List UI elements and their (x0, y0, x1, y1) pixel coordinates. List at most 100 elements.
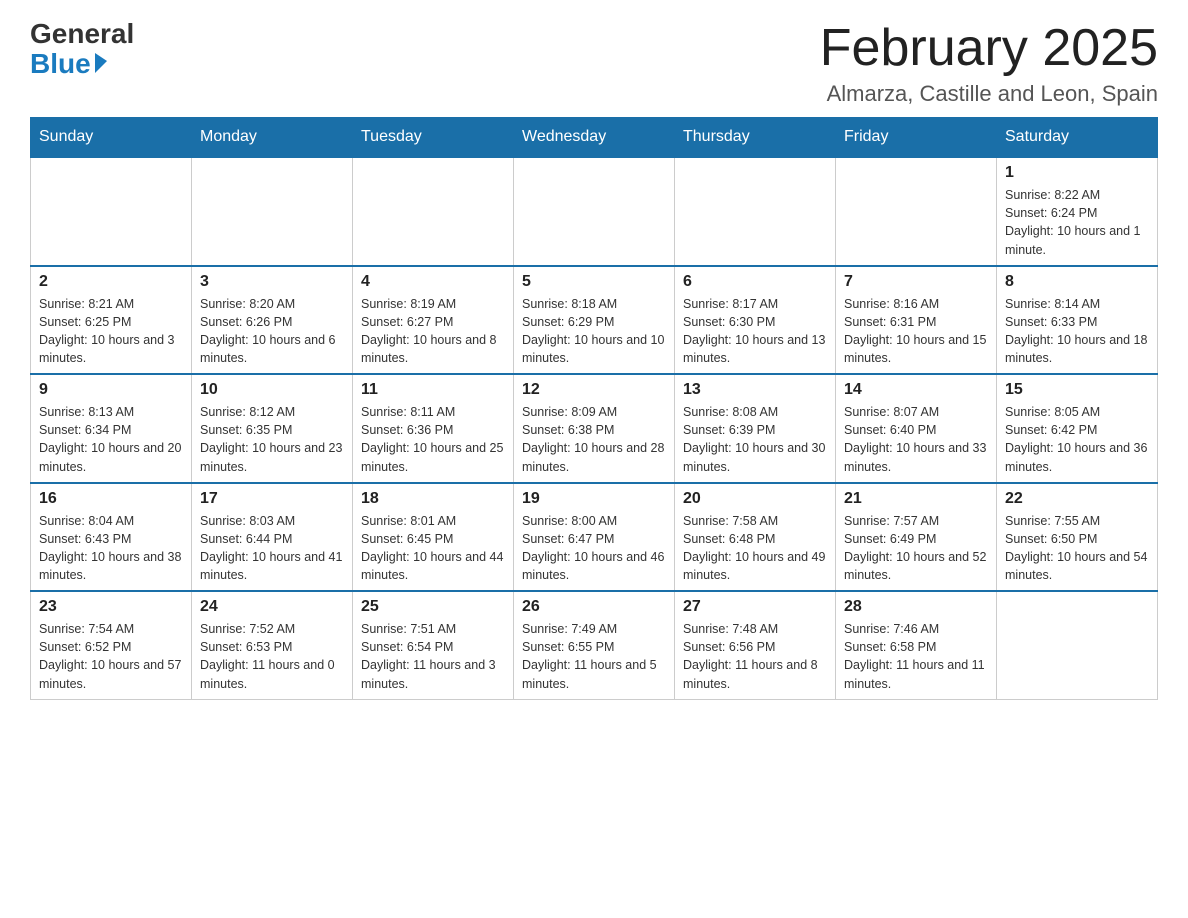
calendar-cell: 3 Sunrise: 8:20 AM Sunset: 6:26 PM Daylig… (192, 266, 353, 375)
weekday-header-thursday: Thursday (675, 118, 836, 158)
day-number: 15 (1005, 381, 1149, 399)
day-info: Sunrise: 8:19 AM Sunset: 6:27 PM Dayligh… (361, 295, 505, 368)
calendar-cell (836, 157, 997, 266)
weekday-header-wednesday: Wednesday (514, 118, 675, 158)
day-info: Sunrise: 8:16 AM Sunset: 6:31 PM Dayligh… (844, 295, 988, 368)
week-row-3: 9 Sunrise: 8:13 AM Sunset: 6:34 PM Daylig… (31, 374, 1158, 483)
calendar-cell: 8 Sunrise: 8:14 AM Sunset: 6:33 PM Daylig… (997, 266, 1158, 375)
day-info: Sunrise: 8:20 AM Sunset: 6:26 PM Dayligh… (200, 295, 344, 368)
calendar-cell (31, 157, 192, 266)
day-info: Sunrise: 8:11 AM Sunset: 6:36 PM Dayligh… (361, 403, 505, 476)
calendar-cell: 23Sunrise: 7:54 AM Sunset: 6:52 PM Dayli… (31, 591, 192, 699)
calendar-cell: 21 Sunrise: 7:57 AM Sunset: 6:49 PM Dayli… (836, 483, 997, 592)
day-number: 21 (844, 490, 988, 508)
day-info: Sunrise: 7:58 AM Sunset: 6:48 PM Dayligh… (683, 512, 827, 585)
day-info: Sunrise: 7:52 AM Sunset: 6:53 PM Dayligh… (200, 620, 344, 693)
day-number: 1 (1005, 164, 1149, 182)
calendar-cell: 11 Sunrise: 8:11 AM Sunset: 6:36 PM Dayli… (353, 374, 514, 483)
logo-general-text: General (30, 20, 134, 48)
day-number: 24 (200, 598, 344, 616)
calendar-cell: 27 Sunrise: 7:48 AM Sunset: 6:56 PM Dayli… (675, 591, 836, 699)
calendar-cell: 17 Sunrise: 8:03 AM Sunset: 6:44 PM Dayli… (192, 483, 353, 592)
weekday-header-friday: Friday (836, 118, 997, 158)
day-number: 9 (39, 381, 183, 399)
day-number: 3 (200, 273, 344, 291)
location-subtitle: Almarza, Castille and Leon, Spain (820, 81, 1158, 107)
day-info: Sunrise: 8:08 AM Sunset: 6:39 PM Dayligh… (683, 403, 827, 476)
week-row-4: 16Sunrise: 8:04 AM Sunset: 6:43 PM Dayli… (31, 483, 1158, 592)
calendar-cell (192, 157, 353, 266)
calendar-cell (353, 157, 514, 266)
day-info: Sunrise: 8:17 AM Sunset: 6:30 PM Dayligh… (683, 295, 827, 368)
day-info: Sunrise: 8:21 AM Sunset: 6:25 PM Dayligh… (39, 295, 183, 368)
day-info: Sunrise: 8:12 AM Sunset: 6:35 PM Dayligh… (200, 403, 344, 476)
calendar-cell: 15 Sunrise: 8:05 AM Sunset: 6:42 PM Dayli… (997, 374, 1158, 483)
day-number: 4 (361, 273, 505, 291)
day-info: Sunrise: 8:04 AM Sunset: 6:43 PM Dayligh… (39, 512, 183, 585)
day-number: 14 (844, 381, 988, 399)
week-row-5: 23Sunrise: 7:54 AM Sunset: 6:52 PM Dayli… (31, 591, 1158, 699)
day-info: Sunrise: 7:55 AM Sunset: 6:50 PM Dayligh… (1005, 512, 1149, 585)
calendar-cell: 2 Sunrise: 8:21 AM Sunset: 6:25 PM Daylig… (31, 266, 192, 375)
day-info: Sunrise: 8:09 AM Sunset: 6:38 PM Dayligh… (522, 403, 666, 476)
day-info: Sunrise: 8:03 AM Sunset: 6:44 PM Dayligh… (200, 512, 344, 585)
weekday-header-tuesday: Tuesday (353, 118, 514, 158)
week-row-2: 2 Sunrise: 8:21 AM Sunset: 6:25 PM Daylig… (31, 266, 1158, 375)
day-number: 25 (361, 598, 505, 616)
calendar-cell: 19 Sunrise: 8:00 AM Sunset: 6:47 PM Dayli… (514, 483, 675, 592)
calendar-cell: 6 Sunrise: 8:17 AM Sunset: 6:30 PM Daylig… (675, 266, 836, 375)
day-info: Sunrise: 8:22 AM Sunset: 6:24 PM Dayligh… (1005, 186, 1149, 259)
day-number: 20 (683, 490, 827, 508)
week-row-1: 1 Sunrise: 8:22 AM Sunset: 6:24 PM Daylig… (31, 157, 1158, 266)
day-info: Sunrise: 7:49 AM Sunset: 6:55 PM Dayligh… (522, 620, 666, 693)
calendar-cell: 4 Sunrise: 8:19 AM Sunset: 6:27 PM Daylig… (353, 266, 514, 375)
weekday-header-saturday: Saturday (997, 118, 1158, 158)
day-number: 26 (522, 598, 666, 616)
title-section: February 2025 Almarza, Castille and Leon… (820, 20, 1158, 107)
calendar-cell: 22 Sunrise: 7:55 AM Sunset: 6:50 PM Dayli… (997, 483, 1158, 592)
day-number: 10 (200, 381, 344, 399)
calendar-cell (675, 157, 836, 266)
calendar-cell: 18 Sunrise: 8:01 AM Sunset: 6:45 PM Dayli… (353, 483, 514, 592)
day-number: 23 (39, 598, 183, 616)
day-info: Sunrise: 8:13 AM Sunset: 6:34 PM Dayligh… (39, 403, 183, 476)
day-number: 18 (361, 490, 505, 508)
day-info: Sunrise: 7:51 AM Sunset: 6:54 PM Dayligh… (361, 620, 505, 693)
day-number: 27 (683, 598, 827, 616)
day-number: 7 (844, 273, 988, 291)
calendar-cell: 20 Sunrise: 7:58 AM Sunset: 6:48 PM Dayli… (675, 483, 836, 592)
calendar-cell: 5 Sunrise: 8:18 AM Sunset: 6:29 PM Daylig… (514, 266, 675, 375)
day-number: 19 (522, 490, 666, 508)
day-number: 22 (1005, 490, 1149, 508)
weekday-header-monday: Monday (192, 118, 353, 158)
day-info: Sunrise: 8:14 AM Sunset: 6:33 PM Dayligh… (1005, 295, 1149, 368)
calendar-cell (514, 157, 675, 266)
day-number: 8 (1005, 273, 1149, 291)
day-info: Sunrise: 7:57 AM Sunset: 6:49 PM Dayligh… (844, 512, 988, 585)
day-info: Sunrise: 8:00 AM Sunset: 6:47 PM Dayligh… (522, 512, 666, 585)
day-number: 17 (200, 490, 344, 508)
logo-triangle-icon (95, 51, 107, 73)
calendar-cell: 26 Sunrise: 7:49 AM Sunset: 6:55 PM Dayli… (514, 591, 675, 699)
month-title: February 2025 (820, 20, 1158, 77)
day-number: 13 (683, 381, 827, 399)
calendar-cell: 16Sunrise: 8:04 AM Sunset: 6:43 PM Dayli… (31, 483, 192, 592)
calendar-cell: 10 Sunrise: 8:12 AM Sunset: 6:35 PM Dayli… (192, 374, 353, 483)
day-info: Sunrise: 8:05 AM Sunset: 6:42 PM Dayligh… (1005, 403, 1149, 476)
day-number: 6 (683, 273, 827, 291)
day-info: Sunrise: 7:48 AM Sunset: 6:56 PM Dayligh… (683, 620, 827, 693)
day-number: 11 (361, 381, 505, 399)
logo: General Blue (30, 20, 134, 80)
calendar-cell: 14 Sunrise: 8:07 AM Sunset: 6:40 PM Dayli… (836, 374, 997, 483)
calendar-cell (997, 591, 1158, 699)
calendar-cell: 12Sunrise: 8:09 AM Sunset: 6:38 PM Dayli… (514, 374, 675, 483)
page-header: General Blue February 2025 Almarza, Cast… (30, 20, 1158, 107)
day-number: 2 (39, 273, 183, 291)
day-info: Sunrise: 8:01 AM Sunset: 6:45 PM Dayligh… (361, 512, 505, 585)
day-info: Sunrise: 7:46 AM Sunset: 6:58 PM Dayligh… (844, 620, 988, 693)
day-info: Sunrise: 8:18 AM Sunset: 6:29 PM Dayligh… (522, 295, 666, 368)
day-info: Sunrise: 8:07 AM Sunset: 6:40 PM Dayligh… (844, 403, 988, 476)
day-number: 5 (522, 273, 666, 291)
calendar-cell: 24 Sunrise: 7:52 AM Sunset: 6:53 PM Dayli… (192, 591, 353, 699)
calendar-cell: 28Sunrise: 7:46 AM Sunset: 6:58 PM Dayli… (836, 591, 997, 699)
